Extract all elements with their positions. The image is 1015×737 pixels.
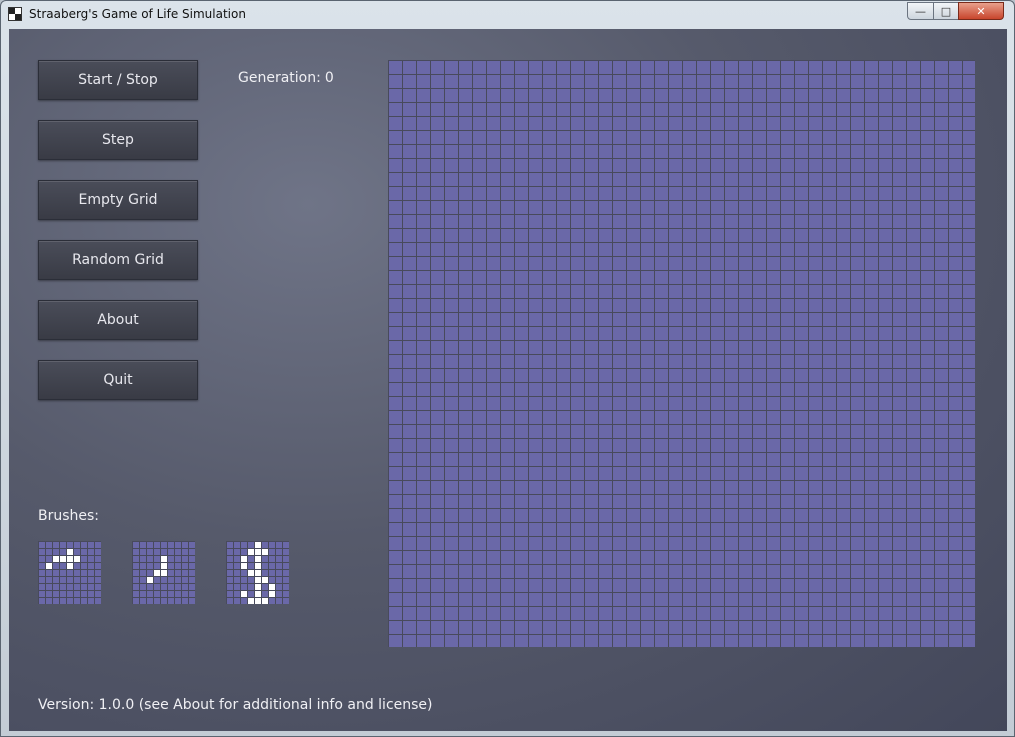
close-button[interactable]: ✕ bbox=[958, 2, 1004, 20]
quit-button[interactable]: Quit bbox=[38, 360, 198, 400]
empty-grid-button[interactable]: Empty Grid bbox=[38, 180, 198, 220]
generation-value: 0 bbox=[324, 70, 334, 86]
window-title: Straaberg's Game of Life Simulation bbox=[29, 7, 246, 21]
app-window: Straaberg's Game of Life Simulation — □ … bbox=[0, 0, 1015, 737]
minimize-icon: — bbox=[915, 4, 926, 18]
generation-counter: Generation: 0 bbox=[238, 70, 334, 86]
maximize-icon: □ bbox=[940, 4, 952, 18]
start-stop-button[interactable]: Start / Stop bbox=[38, 60, 198, 100]
maximize-button[interactable]: □ bbox=[933, 2, 959, 20]
horizontal-brush[interactable] bbox=[38, 541, 101, 604]
version-text: Version: 1.0.0 (see About for additional… bbox=[38, 697, 433, 713]
brushes-label: Brushes: bbox=[38, 508, 100, 524]
title-bar[interactable]: Straaberg's Game of Life Simulation — □ … bbox=[1, 1, 1014, 29]
life-grid[interactable] bbox=[388, 60, 975, 647]
minimize-button[interactable]: — bbox=[907, 2, 934, 20]
app-icon bbox=[8, 7, 22, 21]
generation-label: Generation: bbox=[238, 70, 321, 86]
random-grid-button[interactable]: Random Grid bbox=[38, 240, 198, 280]
about-button[interactable]: About bbox=[38, 300, 198, 340]
close-icon: ✕ bbox=[976, 4, 986, 18]
glider-brush[interactable] bbox=[132, 541, 195, 604]
dollar-brush[interactable] bbox=[226, 541, 289, 604]
client-area: Start / Stop Step Empty Grid Random Grid… bbox=[9, 29, 1007, 731]
step-button[interactable]: Step bbox=[38, 120, 198, 160]
